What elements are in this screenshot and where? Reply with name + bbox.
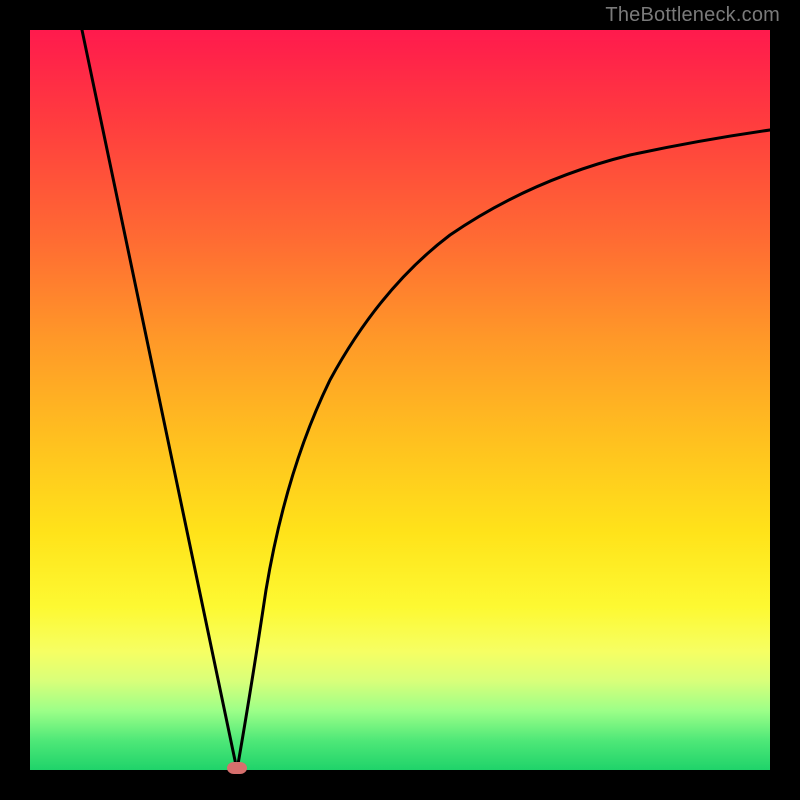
bottleneck-curve bbox=[30, 30, 770, 770]
curve-right-branch bbox=[237, 130, 770, 770]
plot-area bbox=[30, 30, 770, 770]
watermark-text: TheBottleneck.com bbox=[605, 4, 780, 27]
chart-frame: TheBottleneck.com bbox=[0, 0, 800, 800]
curve-left-branch bbox=[82, 30, 237, 770]
min-point-marker bbox=[227, 762, 247, 774]
